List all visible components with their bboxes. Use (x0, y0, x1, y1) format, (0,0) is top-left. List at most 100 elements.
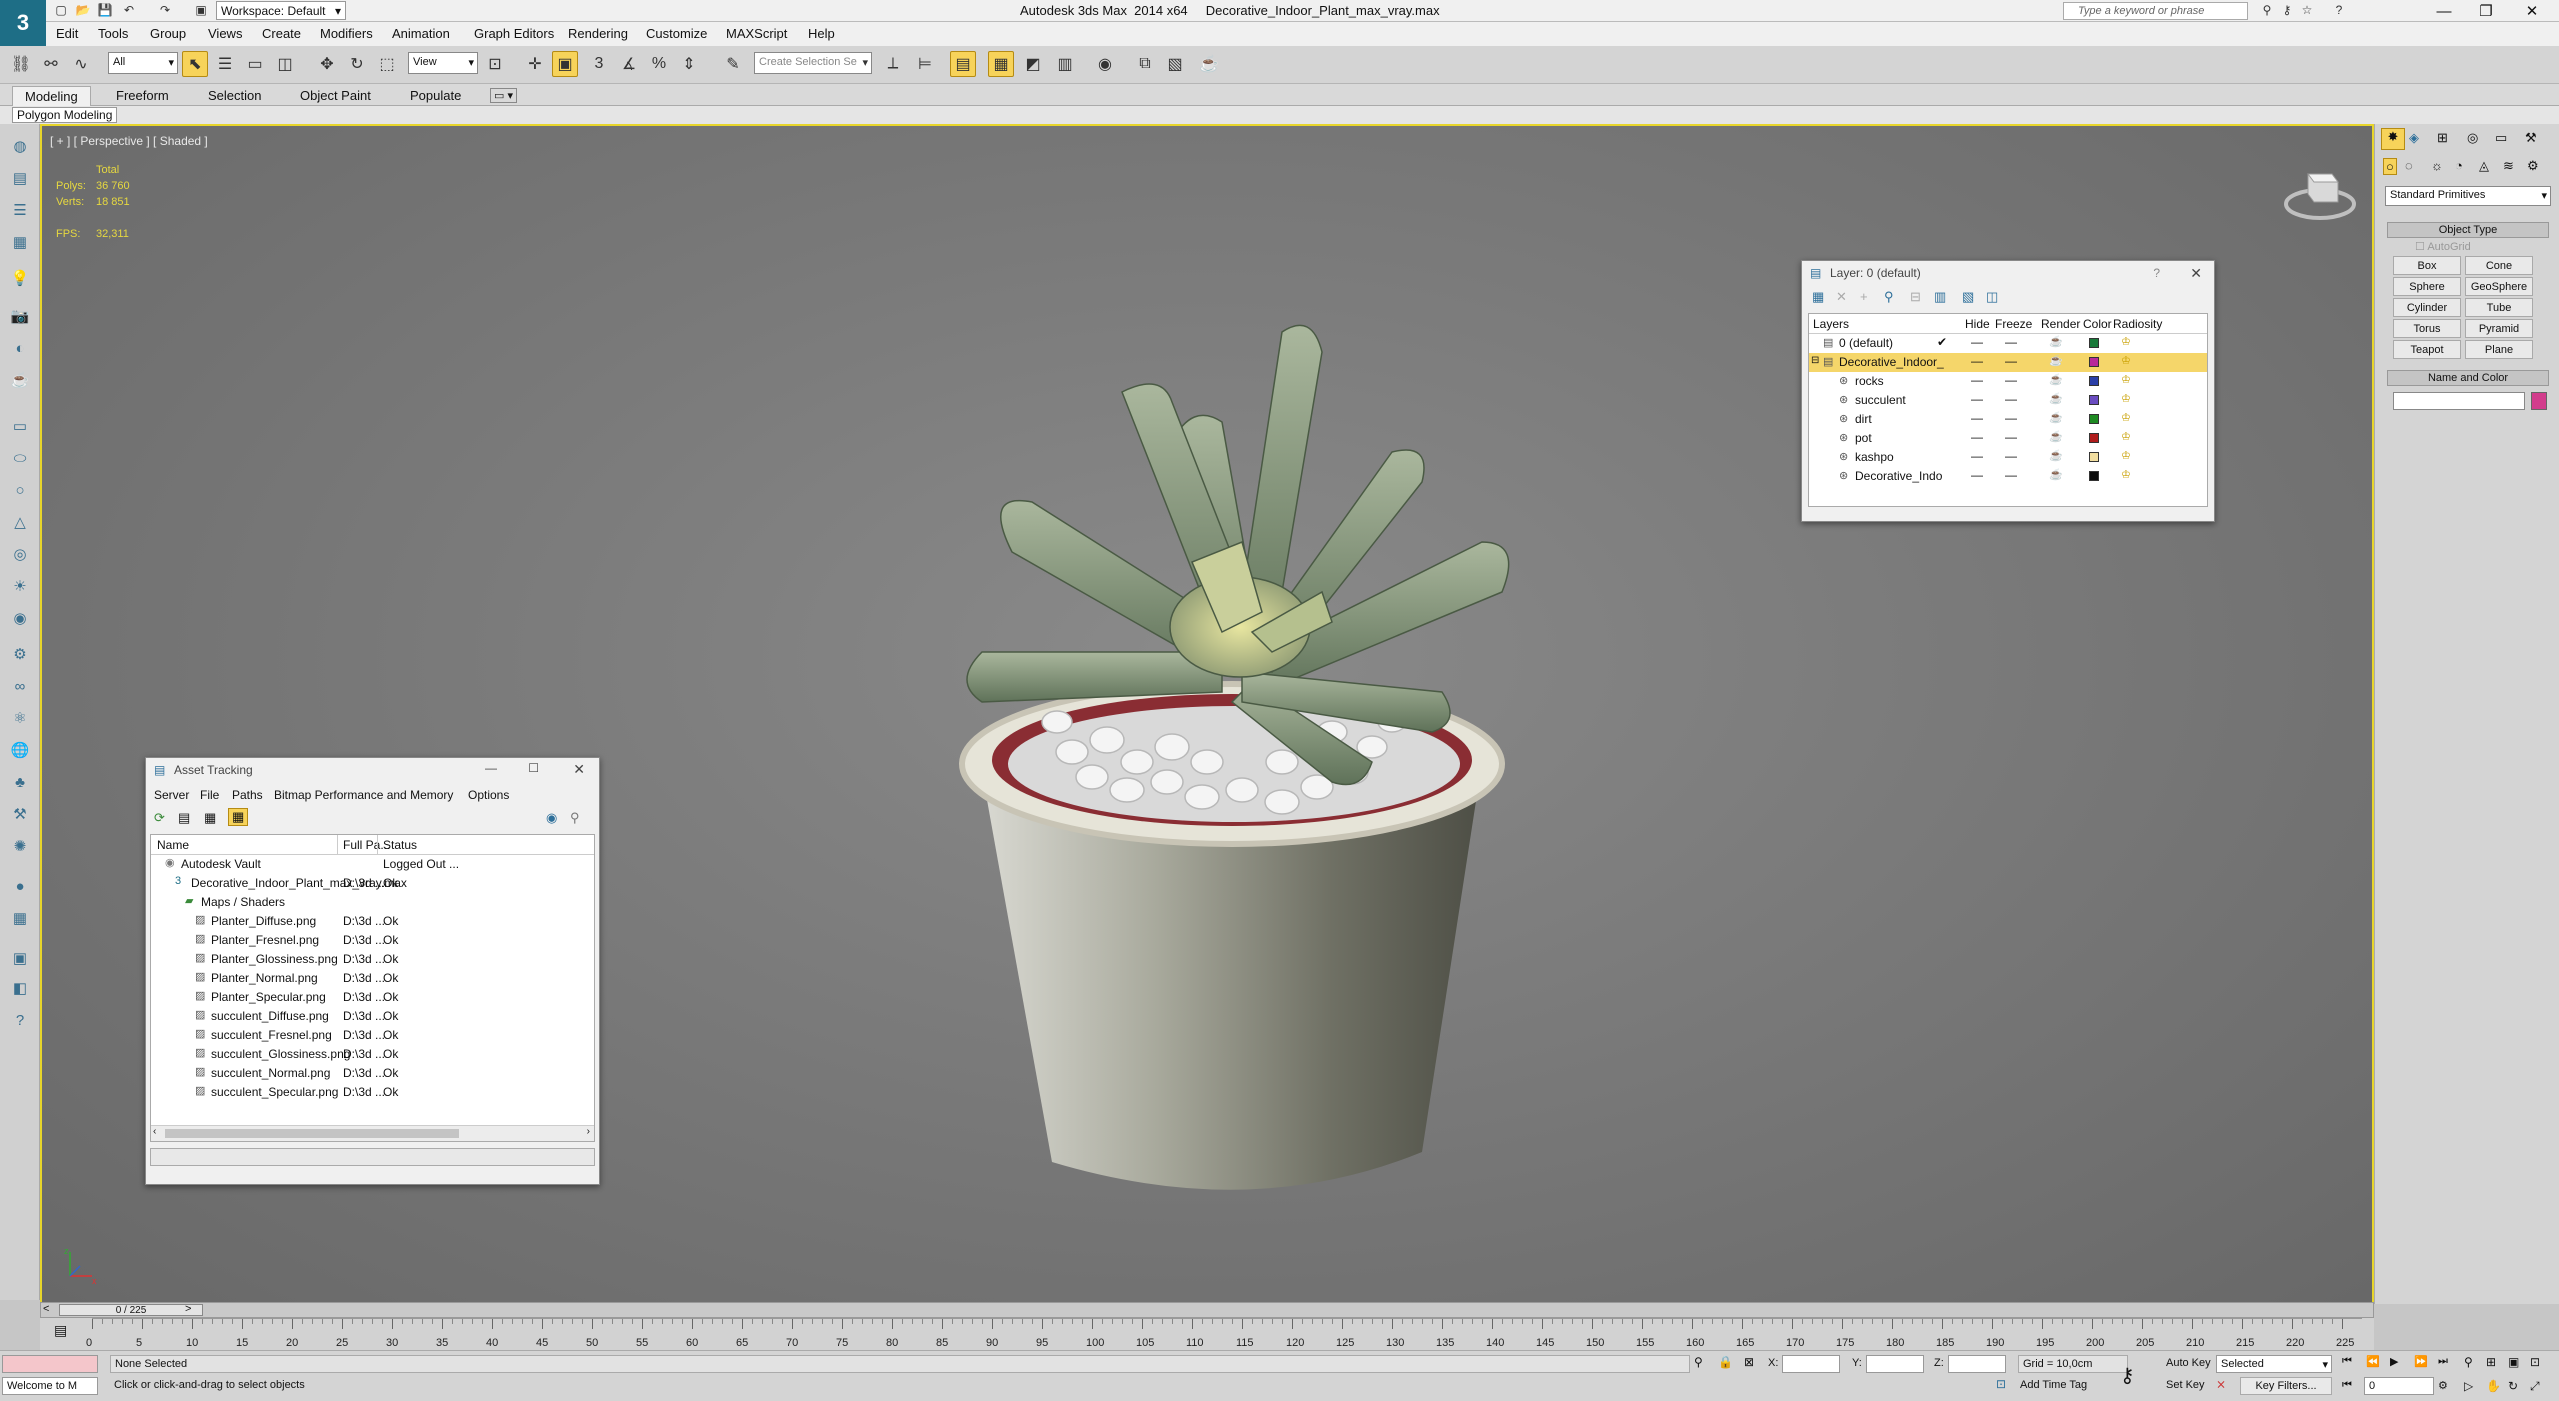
layer-row[interactable]: ⊛ succulent — — ☕ ♔ (1809, 391, 2207, 410)
layer-color-swatch[interactable] (2089, 471, 2099, 481)
new-layer-icon[interactable]: ▦ (1812, 289, 1824, 305)
foliage-icon[interactable]: ♣ (8, 770, 32, 794)
sphere-button[interactable]: Sphere (2393, 277, 2461, 296)
shader-ball-icon[interactable]: ◎ (8, 542, 32, 566)
viewcube-icon[interactable] (2282, 160, 2358, 224)
set-key-mode-icon[interactable]: ⚷ (2120, 1363, 2135, 1388)
motion-tab-icon[interactable]: ◎ (2467, 130, 2478, 146)
torus-icon[interactable]: ◉ (8, 606, 32, 630)
next-frame-button-icon[interactable]: ⏩ (2414, 1355, 2428, 1368)
app-logo-icon[interactable]: 3 (0, 0, 46, 46)
add-to-layer-icon[interactable]: + (1860, 289, 1868, 304)
radiosity-icon[interactable]: ♔ (2121, 411, 2131, 424)
lights-icon[interactable]: ☼ (2431, 158, 2443, 173)
object-name-input[interactable] (2393, 392, 2525, 410)
hide-toggle[interactable]: — (1971, 411, 1983, 425)
render-teapot-icon[interactable]: ☕ (2049, 411, 2063, 424)
modify-tab-icon[interactable]: ◈ (2409, 130, 2419, 146)
grid-icon[interactable]: ▦ (8, 906, 32, 930)
system-icon[interactable]: ⚛ (8, 706, 32, 730)
layer-row[interactable]: ⊛ Decorative_Indo — — ☕ ♔ (1809, 467, 2207, 486)
hierarchy-tab-icon[interactable]: ⊞ (2437, 130, 2448, 146)
menu-views[interactable]: Views (208, 26, 242, 41)
asset-menu-paths[interactable]: Paths (232, 788, 263, 802)
render-teapot-icon[interactable]: ☕ (2049, 449, 2063, 462)
key-filter-icon[interactable]: ⨯ (2216, 1377, 2226, 1391)
tab-selection[interactable]: Selection (196, 86, 273, 106)
bind-space-warp-icon[interactable]: ∿ (68, 51, 94, 77)
freeze-toggle[interactable]: — (2005, 335, 2017, 349)
render-teapot-icon[interactable]: ☕ (2049, 468, 2063, 481)
asset-row[interactable]: ▨ succulent_Fresnel.png D:\3d ... Ok (151, 1026, 594, 1045)
help-search-input[interactable]: Type a keyword or phrase (2063, 2, 2248, 20)
hide-toggle[interactable]: — (1971, 468, 1983, 482)
track-bar[interactable]: ▤ 0 5 10 15 20 25 30 35 40 45 50 55 60 65 70 75 80 85 90 95… (40, 1318, 2374, 1350)
tab-freeform[interactable]: Freeform (104, 86, 181, 106)
reference-coordinate-dropdown[interactable]: View ▾ (408, 52, 478, 74)
freeze-all-icon[interactable]: ▧ (1962, 289, 1974, 305)
edit-named-selection-icon[interactable]: ✎ (720, 51, 746, 77)
schematic-view-icon[interactable]: ▥ (1052, 51, 1078, 77)
save-icon[interactable]: 💾 (96, 2, 114, 18)
close-button[interactable]: ✕ (2512, 0, 2552, 22)
asset-row[interactable]: ▰ Maps / Shaders (151, 893, 594, 912)
space-warp-icon[interactable]: ∞ (8, 674, 32, 698)
table-icon[interactable]: ▦ (8, 230, 32, 254)
search-icon[interactable]: ⚲ (570, 810, 580, 826)
angle-snap-icon[interactable]: ∡ (616, 51, 642, 77)
radiosity-icon[interactable]: ♔ (2121, 354, 2131, 367)
auto-key-button[interactable]: Auto Key (2164, 1355, 2214, 1373)
shape-icon[interactable]: ⬭ (8, 446, 32, 470)
zoom-extents-icon[interactable]: ▣ (2508, 1355, 2519, 1369)
named-selection-set-input[interactable]: Create Selection Se ▾ (754, 52, 872, 74)
asset-row[interactable]: ▨ Planter_Specular.png D:\3d ... Ok (151, 988, 594, 1007)
space-warps-icon[interactable]: ≋ (2503, 158, 2514, 174)
pyramid-button[interactable]: Pyramid (2465, 319, 2533, 338)
render-production-icon[interactable]: ☕ (1196, 51, 1222, 77)
workspace-dropdown[interactable]: Workspace: Default ▾ (216, 1, 346, 20)
asset-menu-server[interactable]: Server (154, 788, 189, 802)
freeze-toggle[interactable]: — (2005, 411, 2017, 425)
asset-row[interactable]: ▨ Planter_Fresnel.png D:\3d ... Ok (151, 931, 594, 950)
shapes-icon[interactable]: ◌ (2405, 158, 2413, 173)
align-icon[interactable]: ⊨ (912, 51, 938, 77)
asset-row[interactable]: ◉ Autodesk Vault Logged Out ... (151, 855, 594, 874)
unlink-icon[interactable]: ⚯ (38, 51, 64, 77)
box-icon[interactable]: ▭ (8, 414, 32, 438)
radiosity-icon[interactable]: ♔ (2121, 449, 2131, 462)
list-view-icon[interactable]: ▤ (178, 810, 190, 826)
radiosity-icon[interactable]: ♔ (2121, 430, 2131, 443)
layer-color-swatch[interactable] (2089, 357, 2099, 367)
col-radiosity[interactable]: Radiosity (2113, 317, 2162, 331)
layer-color-swatch[interactable] (2089, 452, 2099, 462)
col-hide[interactable]: Hide (1965, 317, 1990, 331)
autogrid-checkbox[interactable]: ☐ AutoGrid (2415, 240, 2471, 253)
highlight-layer-icon[interactable]: ⊟ (1910, 289, 1921, 305)
close-button[interactable]: ✕ (573, 761, 585, 778)
curve-editor-icon[interactable]: ◩ (1020, 51, 1046, 77)
select-move-icon[interactable]: ✥ (314, 51, 340, 77)
tools-icon[interactable]: ⚒ (8, 802, 32, 826)
col-render[interactable]: Render (2041, 317, 2080, 331)
snaps-toggle-icon[interactable]: 3 (586, 51, 612, 77)
menu-customize[interactable]: Customize (646, 26, 707, 41)
tree-view-icon[interactable]: ▦ (204, 810, 216, 826)
systems-icon[interactable]: ⚙ (2527, 158, 2539, 174)
menu-tools[interactable]: Tools (98, 26, 128, 41)
time-tag-icon[interactable]: ⊡ (1996, 1377, 2006, 1391)
go-to-start-icon[interactable]: ⏮ (2342, 1355, 2352, 1368)
render-setup-icon[interactable]: ⧉ (1132, 51, 1158, 77)
hide-toggle[interactable]: — (1971, 392, 1983, 406)
select-object-icon[interactable]: ⬉ (182, 51, 208, 77)
freeze-toggle[interactable]: — (2005, 354, 2017, 368)
create-tab-icon[interactable]: ✸ (2381, 128, 2405, 150)
mini-curve-editor-icon[interactable]: ▤ (54, 1322, 67, 1339)
menu-modifiers[interactable]: Modifiers (320, 26, 373, 41)
freeze-toggle[interactable]: — (2005, 373, 2017, 387)
object-type-rollout[interactable]: Object Type (2387, 222, 2549, 238)
key-mode-icon[interactable]: ⏮ (2342, 1379, 2352, 1392)
percent-snap-icon[interactable]: % (646, 51, 672, 77)
horizontal-scrollbar[interactable]: ‹ › (151, 1125, 594, 1141)
menu-animation[interactable]: Animation (392, 26, 450, 41)
material-editor-icon[interactable]: ◉ (1092, 51, 1118, 77)
